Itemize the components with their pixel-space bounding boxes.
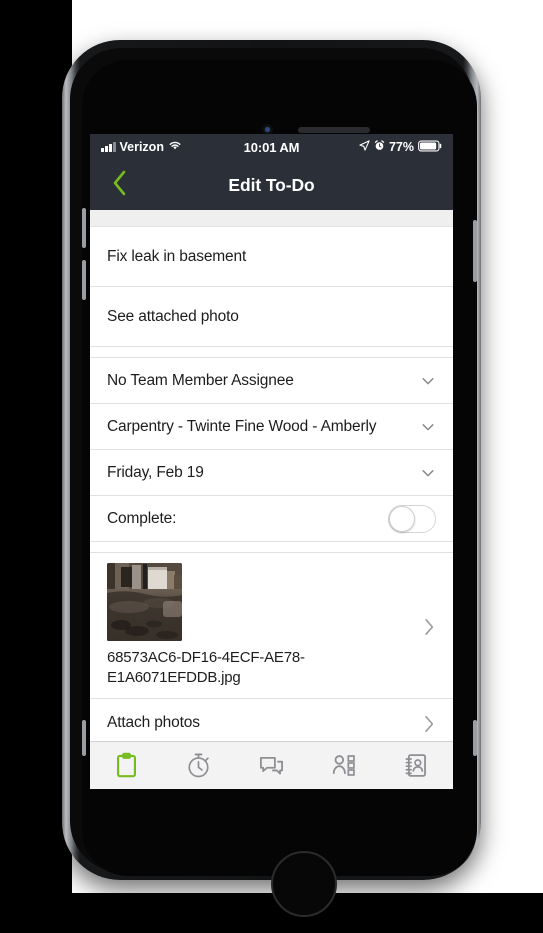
todo-title-field[interactable]: Fix leak in basement <box>90 227 453 287</box>
alarm-clock-icon <box>374 140 385 154</box>
due-date-picker[interactable]: Friday, Feb 19 <box>90 450 453 496</box>
status-bar: Verizon 10:01 AM 77% <box>90 134 453 160</box>
section-divider <box>90 347 453 358</box>
tab-todos[interactable] <box>90 742 163 789</box>
assignee-value: No Team Member Assignee <box>107 371 294 389</box>
person-checklist-icon <box>331 752 358 779</box>
attach-photos-row[interactable]: Attach photos <box>90 698 453 741</box>
tab-team[interactable] <box>308 742 381 789</box>
project-value: Carpentry - Twinte Fine Wood - Amberly <box>107 417 377 435</box>
phone-screen: Verizon 10:01 AM 77% Edit To-Do Fix leak… <box>90 134 453 789</box>
battery-icon <box>418 140 442 155</box>
antenna-band-right <box>473 720 477 756</box>
chevron-down-icon <box>420 465 436 481</box>
todo-title-value: Fix leak in basement <box>107 247 247 265</box>
back-chevron-icon <box>112 170 128 201</box>
location-arrow-icon <box>359 140 370 154</box>
tab-time[interactable] <box>163 742 236 789</box>
complete-label: Complete: <box>107 509 177 527</box>
section-divider <box>90 542 453 553</box>
stopwatch-icon <box>185 752 212 779</box>
attachment-thumbnail[interactable] <box>107 563 182 641</box>
status-bar-clock: 10:01 AM <box>243 139 300 155</box>
cellular-signal-icon <box>101 142 116 152</box>
attachment-content: 68573AC6-DF16-4ECF-AE78-E1A6071EFDDB.jpg <box>107 563 412 688</box>
tab-contacts[interactable] <box>380 742 453 789</box>
tab-bar <box>90 741 453 789</box>
assignee-picker[interactable]: No Team Member Assignee <box>90 358 453 404</box>
chevron-right-icon <box>422 618 436 636</box>
tab-messages[interactable] <box>235 742 308 789</box>
antenna-band-left <box>82 720 86 756</box>
attachment-row[interactable]: 68573AC6-DF16-4ECF-AE78-E1A6071EFDDB.jpg <box>90 553 453 699</box>
navigation-bar: Edit To-Do <box>90 160 453 210</box>
volume-up-button[interactable] <box>82 208 86 248</box>
due-date-value: Friday, Feb 19 <box>107 463 204 481</box>
back-button[interactable] <box>98 160 142 210</box>
power-button[interactable] <box>473 220 477 282</box>
complete-toggle[interactable] <box>388 504 436 533</box>
page-title: Edit To-Do <box>228 174 315 195</box>
status-bar-right: 77% <box>299 140 442 155</box>
complete-row: Complete: <box>90 496 453 542</box>
attachment-filename: 68573AC6-DF16-4ECF-AE78-E1A6071EFDDB.jpg <box>107 649 305 686</box>
project-picker[interactable]: Carpentry - Twinte Fine Wood - Amberly <box>90 404 453 450</box>
todo-notes-value: See attached photo <box>107 307 239 325</box>
toggle-knob <box>389 505 415 532</box>
chevron-down-icon <box>420 419 436 435</box>
volume-down-button[interactable] <box>82 260 86 300</box>
address-book-icon <box>403 752 430 779</box>
camera-lens <box>265 127 270 132</box>
clipboard-icon <box>113 752 140 779</box>
home-button[interactable] <box>271 851 337 917</box>
battery-percentage: 77% <box>388 140 415 154</box>
status-bar-left: Verizon <box>101 140 244 154</box>
todo-notes-field[interactable]: See attached photo <box>90 287 453 347</box>
edit-todo-form: Fix leak in basement See attached photo … <box>90 210 453 741</box>
wifi-icon <box>168 140 182 154</box>
chat-bubbles-icon <box>258 752 285 779</box>
chevron-down-icon <box>420 373 436 389</box>
chevron-right-icon <box>422 715 436 733</box>
section-spacer <box>90 210 453 227</box>
earpiece-speaker <box>298 127 370 133</box>
carrier-label: Verizon <box>119 140 164 154</box>
attach-photos-label: Attach photos <box>107 713 200 731</box>
